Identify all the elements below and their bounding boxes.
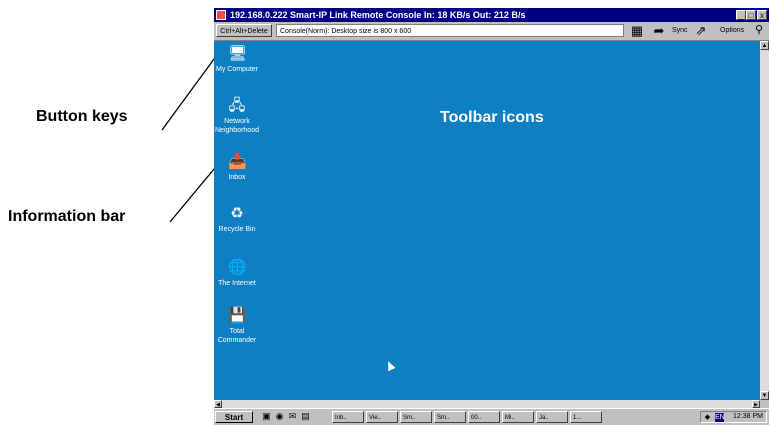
quick-launch-browser-icon[interactable]: ◉ (274, 411, 285, 422)
desktop-icon-network-neighborhood[interactable]: 🖧 Network Neighborhood (214, 97, 260, 135)
desktop-icon-total-commander[interactable]: 💾 Total Commander (214, 307, 260, 345)
internet-icon: 🌐 (228, 259, 247, 276)
taskbar-task[interactable]: Sm.. (400, 411, 432, 423)
quick-launch-commander-icon[interactable]: ▤ (300, 411, 311, 422)
close-button[interactable]: x (757, 10, 767, 20)
taskbar-task[interactable]: 1... (570, 411, 602, 423)
scroll-down-icon[interactable]: ▼ (760, 391, 769, 400)
vertical-scrollbar[interactable]: ▲ ▼ (760, 41, 769, 400)
mouse-pointer-icon[interactable]: ➦ (652, 23, 666, 38)
mouse-cursor-icon (384, 359, 396, 372)
desktop-icon-label: Total Commander (217, 328, 257, 344)
sync-button-label[interactable]: Sync (672, 23, 688, 38)
app-icon (216, 10, 226, 20)
computer-icon: 🖥 (228, 45, 248, 62)
information-bar: Console(Norm): Desktop size is 800 x 600 (276, 24, 624, 37)
ctrl-alt-delete-button[interactable]: Ctrl+Alt+Delete (216, 24, 272, 37)
taskbar-task[interactable]: Sm.. (434, 411, 466, 423)
magnifier-icon[interactable]: ⚲ (752, 23, 766, 38)
toolbar-icons-callout: Toolbar icons (440, 109, 544, 126)
clock[interactable]: 12:38 PM (733, 412, 763, 422)
taskbar-task[interactable]: Vie.. (366, 411, 398, 423)
remote-desktop-area[interactable]: Toolbar icons 🖥 My Computer 🖧 Network Ne… (214, 41, 760, 400)
quick-launch-outlook-icon[interactable]: ✉ (287, 411, 298, 422)
remote-console-window: 192.168.0.222 Smart-IP Link Remote Conso… (214, 8, 769, 425)
taskbar-task[interactable]: Inb.. (332, 411, 364, 423)
window-title: 192.168.0.222 Smart-IP Link Remote Conso… (230, 10, 526, 20)
taskbar-task[interactable]: Ja.. (536, 411, 568, 423)
desktop-icon-label: Inbox (228, 174, 246, 181)
desktop-icon-the-internet[interactable]: 🌐 The Internet (214, 259, 260, 288)
total-commander-icon: 💾 (228, 307, 247, 324)
inbox-icon: 📥 (228, 153, 247, 170)
taskbar-task[interactable]: 00.. (468, 411, 500, 423)
fit-screen-icon[interactable]: ▦ (630, 23, 644, 38)
console-toolbar: Ctrl+Alt+Delete Console(Norm): Desktop s… (214, 22, 769, 41)
minimize-button[interactable]: _ (736, 10, 746, 20)
system-tray: ◆ EN 12:38 PM (700, 411, 767, 423)
scroll-right-icon[interactable]: ▶ (752, 400, 760, 408)
maximize-button[interactable]: □ (746, 10, 756, 20)
taskbar: Start ▣ ◉ ✉ ▤ Inb.. Vie.. Sm.. Sm.. 00..… (214, 408, 769, 425)
taskbar-task[interactable]: Mi.. (502, 411, 534, 423)
language-indicator[interactable]: EN (715, 413, 725, 422)
desktop-icon-label: Network Neighborhood (215, 118, 259, 134)
title-bar: 192.168.0.222 Smart-IP Link Remote Conso… (214, 8, 769, 22)
sync-pointer-icon[interactable]: ⇗ (694, 23, 708, 38)
desktop-icon-label: Recycle Bin (218, 226, 256, 233)
button-keys-callout: Button keys (36, 108, 128, 125)
scroll-up-icon[interactable]: ▲ (760, 41, 769, 50)
network-icon: 🖧 (228, 97, 246, 114)
network-status-icon[interactable]: ◆ (703, 413, 712, 422)
options-button-label[interactable]: Options (720, 23, 744, 38)
start-button[interactable]: Start (215, 411, 253, 423)
desktop-icon-label: The Internet (218, 280, 256, 287)
desktop-icon-label: My Computer (215, 66, 258, 73)
desktop-icon-recycle-bin[interactable]: ♻ Recycle Bin (214, 205, 260, 234)
recycle-bin-icon: ♻ (230, 205, 244, 222)
quick-launch-desktop-icon[interactable]: ▣ (261, 411, 272, 422)
horizontal-scrollbar[interactable]: ◀ ▶ (214, 400, 760, 408)
scroll-left-icon[interactable]: ◀ (214, 400, 222, 408)
information-bar-callout: Information bar (8, 208, 126, 225)
desktop-icon-inbox[interactable]: 📥 Inbox (214, 153, 260, 182)
desktop-icon-my-computer[interactable]: 🖥 My Computer (214, 45, 260, 74)
